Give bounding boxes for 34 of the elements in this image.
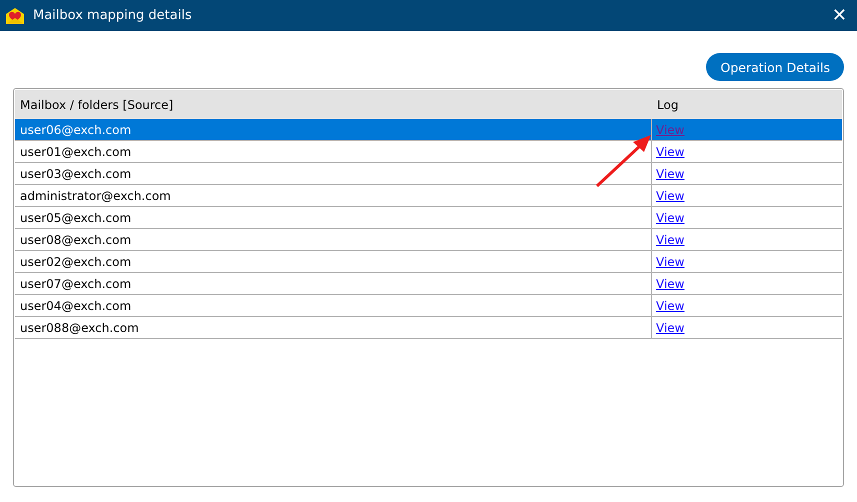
view-log-link[interactable]: View: [656, 232, 684, 246]
view-log-link[interactable]: View: [656, 320, 684, 334]
table-row[interactable]: user088@exch.com View: [15, 317, 842, 339]
view-log-link[interactable]: View: [656, 166, 684, 180]
view-log-link[interactable]: View: [656, 210, 684, 224]
mailbox-name: user07@exch.com: [20, 276, 132, 290]
table-row[interactable]: user02@exch.com View: [15, 251, 842, 273]
operation-details-button[interactable]: Operation Details: [706, 53, 844, 81]
table-row[interactable]: user04@exch.com View: [15, 295, 842, 317]
table-row[interactable]: user03@exch.com View: [15, 163, 842, 185]
column-header: Log: [656, 96, 680, 114]
view-log-link[interactable]: View: [656, 188, 684, 202]
table-row[interactable]: user07@exch.com View: [15, 273, 842, 295]
mailbox-name: user04@exch.com: [20, 298, 132, 312]
close-button[interactable]: ✕: [822, 0, 857, 31]
mailbox-name: user05@exch.com: [20, 210, 132, 224]
window-title: Mailbox mapping details: [33, 8, 193, 23]
mailbox-name: user02@exch.com: [20, 254, 132, 268]
mailbox-name: user088@exch.com: [20, 320, 139, 334]
mailbox-name: user03@exch.com: [20, 166, 132, 180]
table-row[interactable]: user05@exch.com View: [15, 207, 842, 229]
envelope-heart-icon: [5, 6, 25, 26]
view-log-link[interactable]: View: [656, 298, 684, 312]
mailbox-name: administrator@exch.com: [20, 188, 171, 202]
mailbox-name: user06@exch.com: [20, 122, 132, 136]
mailbox-name: user01@exch.com: [20, 144, 132, 158]
column-header: Mailbox / folders [Source]: [19, 96, 174, 114]
mailbox-name: user08@exch.com: [20, 232, 132, 246]
table-row[interactable]: user08@exch.com View: [15, 229, 842, 251]
view-log-link[interactable]: View: [656, 144, 684, 158]
view-log-link[interactable]: View: [656, 254, 684, 268]
view-log-link[interactable]: View: [656, 276, 684, 290]
table-row[interactable]: administrator@exch.com View: [15, 185, 842, 207]
table-row[interactable]: user06@exch.com View: [15, 119, 842, 141]
